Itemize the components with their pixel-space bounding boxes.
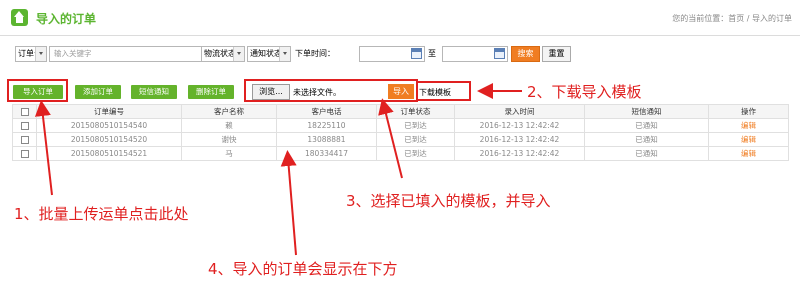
annotation-highlight-template [416,81,471,101]
order-no-cell: 2015080510154521 [36,146,182,161]
row-checkbox[interactable] [20,150,29,158]
browse-button[interactable]: 浏览... [252,84,290,100]
chevron-down-icon [35,47,46,61]
search-bar: 订单号 输入关键字 物流状态 通知状态 下单时间： 至 搜索 重置 [15,46,795,62]
annotation-step-1: 1、批量上传运单点击此处 [14,205,189,223]
row-select-cell [12,118,37,133]
annotation-step-2: 2、下载导入模板 [527,83,642,101]
logistics-select-value: 物流状态 [204,49,236,58]
calendar-icon[interactable] [411,48,422,59]
logistics-status-select[interactable]: 物流状态 [201,46,245,62]
row-select-cell [12,132,37,147]
table-row: 2015080510154540 赖 18225110 已到达 2016-12-… [12,118,789,133]
column-header: 订单编号 [36,104,182,119]
edit-link[interactable]: 编辑 [708,132,789,147]
status-cell: 已到达 [376,118,455,133]
sms-notify-button[interactable]: 短信通知 [131,85,177,99]
time-cell: 2016-12-13 12:42:42 [454,118,585,133]
status-cell: 已到达 [376,146,455,161]
search-button[interactable]: 搜索 [511,46,540,62]
time-cell: 2016-12-13 12:42:42 [454,132,585,147]
phone-cell: 18225110 [276,118,377,133]
column-header: 订单状态 [376,104,455,119]
delete-order-button[interactable]: 删除订单 [188,85,234,99]
arrow-to-table [280,150,297,256]
orders-table: 订单编号 客户名称 客户电话 订单状态 录入时间 短信通知 操作 2015080… [12,104,789,161]
select-all-cell [12,104,37,119]
column-header: 操作 [708,104,789,119]
customer-cell: 谢快 [181,132,277,147]
calendar-icon[interactable] [494,48,505,59]
edit-link[interactable]: 编辑 [708,118,789,133]
chevron-down-icon [279,47,290,61]
keyword-input[interactable]: 输入关键字 [49,46,210,62]
column-header: 客户名称 [181,104,277,119]
sms-cell: 已通知 [584,146,709,161]
annotation-step-3: 3、选择已填入的模板，并导入 [346,192,551,210]
import-button[interactable]: 导入 [388,84,414,99]
row-checkbox[interactable] [20,136,29,144]
breadcrumb: 您的当前位置：首页 / 导入的订单 [672,14,792,23]
table-row: 2015080510154521 马 180334417 已到达 2016-12… [12,146,789,161]
column-header: 录入时间 [454,104,585,119]
order-time-label: 下单时间： [295,49,335,58]
phone-cell: 180334417 [276,146,377,161]
sms-cell: 已通知 [584,118,709,133]
row-select-cell [12,146,37,161]
sms-cell: 已通知 [584,132,709,147]
customer-cell: 马 [181,146,277,161]
order-no-cell: 2015080510154520 [36,132,182,147]
customer-cell: 赖 [181,118,277,133]
table-row: 2015080510154520 谢快 13088881 已到达 2016-12… [12,132,789,147]
field-select[interactable]: 订单号 [15,46,47,62]
time-cell: 2016-12-13 12:42:42 [454,146,585,161]
reset-button[interactable]: 重置 [542,46,571,62]
row-checkbox[interactable] [20,122,29,130]
chevron-down-icon [233,47,244,61]
order-no-cell: 2015080510154540 [36,118,182,133]
no-file-label: 未选择文件。 [293,88,341,97]
select-all-checkbox[interactable] [20,108,29,116]
to-label: 至 [428,49,436,58]
column-header: 短信通知 [584,104,709,119]
import-orders-button[interactable]: 导入订单 [13,85,63,99]
table-header-row: 订单编号 客户名称 客户电话 订单状态 录入时间 短信通知 操作 [12,104,789,119]
column-header: 客户电话 [276,104,377,119]
edit-link[interactable]: 编辑 [708,146,789,161]
notify-select-value: 通知状态 [250,49,282,58]
notify-status-select[interactable]: 通知状态 [247,46,291,62]
page-title: 导入的订单 [36,12,97,26]
phone-cell: 13088881 [276,132,377,147]
home-icon [11,9,28,26]
top-bar: 导入的订单 您的当前位置：首页 / 导入的订单 [0,0,800,36]
annotation-step-4: 4、导入的订单会显示在下方 [208,260,398,278]
add-order-button[interactable]: 添加订单 [75,85,121,99]
status-cell: 已到达 [376,132,455,147]
